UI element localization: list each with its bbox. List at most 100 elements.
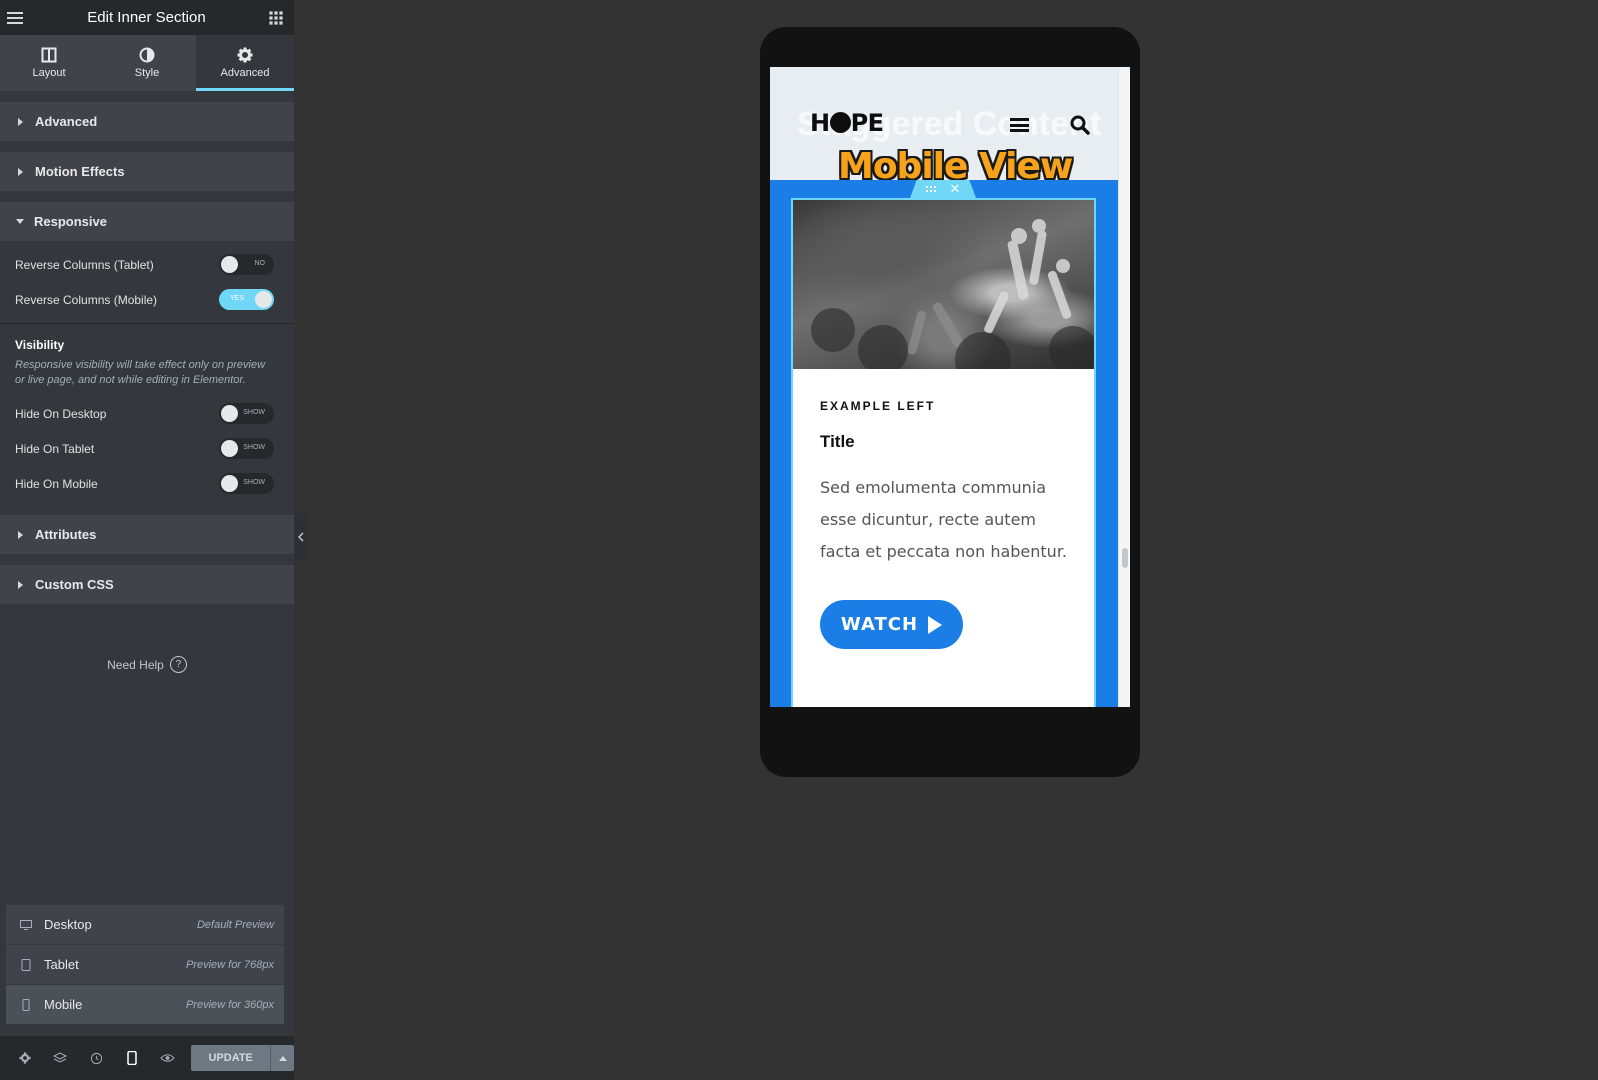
question-icon: ? [169,656,187,673]
responsive-mode-icon[interactable] [114,1051,150,1065]
need-help-label: Need Help [107,657,164,672]
card-title: Title [820,432,855,451]
section-handle: ✕ [910,180,976,198]
editor-panel: Edit Inner Section Layout Style Advanced… [0,0,295,1080]
tablet-icon [21,958,31,971]
section-label: Custom CSS [35,577,114,592]
watch-button-label: WATCH [840,614,919,635]
layout-icon [41,47,57,63]
logo-letter-h: H [810,109,830,137]
caret-right-icon [18,167,23,176]
switch-knob [255,291,272,308]
switch-state: YES [230,295,245,302]
section-label: Attributes [35,527,97,542]
device-desc: Preview for 360px [185,998,274,1011]
section-attributes[interactable]: Attributes [0,515,294,554]
logo-o-mark [829,112,851,133]
widgets-grid-icon[interactable] [270,11,282,24]
caret-right-icon [18,530,23,539]
crowd-hands-image [793,200,1094,369]
switch-knob [221,440,238,457]
hide-tablet-switch[interactable]: SHOW [219,438,274,459]
control-label: Hide On Mobile [15,476,98,491]
site-logo[interactable]: H PE [810,109,884,137]
settings-icon[interactable] [7,1052,43,1064]
switch-state: SHOW [243,479,265,486]
card-body-text: Sed emolumenta communia esse dicuntur, r… [820,478,1068,561]
preview-scrollbar[interactable] [1118,67,1130,707]
need-help-link[interactable]: Need Help ? [0,656,294,673]
device-desktop[interactable]: Desktop Default Preview [6,905,284,945]
section-label: Advanced [35,114,98,129]
hide-mobile-switch[interactable]: SHOW [219,473,274,494]
section-advanced[interactable]: Advanced [0,102,294,141]
history-icon[interactable] [78,1052,114,1065]
control-hide-tablet: Hide On Tablet SHOW [0,431,294,466]
device-desc: Preview for 768px [185,958,274,971]
caret-right-icon [18,580,23,589]
section-label: Responsive [34,214,107,229]
hamburger-menu-icon[interactable] [1010,118,1029,132]
visibility-heading: Visibility [15,338,65,352]
tab-layout[interactable]: Layout [0,35,98,91]
visibility-note: Responsive visibility will take effect o… [15,359,266,386]
menu-icon[interactable] [7,11,23,24]
device-name: Desktop [44,917,92,932]
update-button[interactable]: UPDATE [191,1045,271,1071]
control-label: Hide On Tablet [15,441,95,456]
panel-tabs: Layout Style Advanced [0,35,294,91]
card-eyebrow: EXAMPLE LEFT [820,399,936,413]
section-label: Motion Effects [35,164,125,179]
save-options-button[interactable] [270,1045,295,1071]
crowd-hands-graphic [811,219,1094,369]
desktop-icon [20,919,32,930]
preview-eye-icon[interactable] [150,1053,186,1063]
device-mobile[interactable]: Mobile Preview for 360px [6,985,284,1025]
device-tablet[interactable]: Tablet Preview for 768px [6,945,284,985]
content-card: EXAMPLE LEFT Title Sed emolumenta commun… [791,198,1096,707]
play-icon [928,615,943,634]
switch-knob [221,256,238,273]
contrast-icon [139,47,155,63]
responsive-controls: Reverse Columns (Tablet) NO Reverse Colu… [0,241,294,501]
preview-iframe: Staggered Content H PE Mobile View ✕ EXA… [770,67,1130,707]
section-motion-effects[interactable]: Motion Effects [0,152,294,191]
elementor-editor: Edit Inner Section Layout Style Advanced… [0,0,1598,1080]
close-icon[interactable]: ✕ [950,183,961,196]
control-hide-mobile: Hide On Mobile SHOW [0,466,294,501]
control-reverse-tablet: Reverse Columns (Tablet) NO [0,247,294,282]
switch-knob [221,475,238,492]
hide-desktop-switch[interactable]: SHOW [219,403,274,424]
section-custom-css[interactable]: Custom CSS [0,565,294,604]
tab-style[interactable]: Style [98,35,196,91]
switch-knob [221,405,238,422]
panel-collapse-toggle[interactable] [294,513,308,561]
reverse-mobile-switch[interactable]: YES [219,289,274,310]
panel-footer: UPDATE [0,1036,295,1080]
drag-handle-icon[interactable] [925,186,936,192]
scrollbar-thumb[interactable] [1122,548,1128,568]
gear-icon [237,47,253,63]
device-name: Mobile [44,997,83,1012]
switch-state: SHOW [243,409,265,416]
control-label: Hide On Desktop [15,406,107,421]
logo-letters-pe: PE [850,109,884,137]
caret-right-icon [18,117,23,126]
search-icon[interactable] [1070,115,1090,135]
panel-header: Edit Inner Section [0,0,294,35]
responsive-mode-list: Desktop Default Preview Tablet Preview f… [6,905,284,1025]
switch-state: NO [254,260,266,267]
switch-state: SHOW [243,444,265,451]
caret-down-icon [16,219,24,224]
navigator-layers-icon[interactable] [43,1052,79,1064]
tab-advanced[interactable]: Advanced [196,35,294,91]
site-header: Staggered Content H PE Mobile View [770,67,1118,187]
panel-title: Edit Inner Section [87,9,206,26]
tab-label: Layout [32,67,66,79]
control-label: Reverse Columns (Tablet) [15,257,154,272]
watch-button[interactable]: WATCH [820,600,963,649]
tab-label: Style [134,67,160,79]
reverse-tablet-switch[interactable]: NO [219,254,274,275]
section-responsive[interactable]: Responsive [0,202,294,241]
device-name: Tablet [44,957,79,972]
